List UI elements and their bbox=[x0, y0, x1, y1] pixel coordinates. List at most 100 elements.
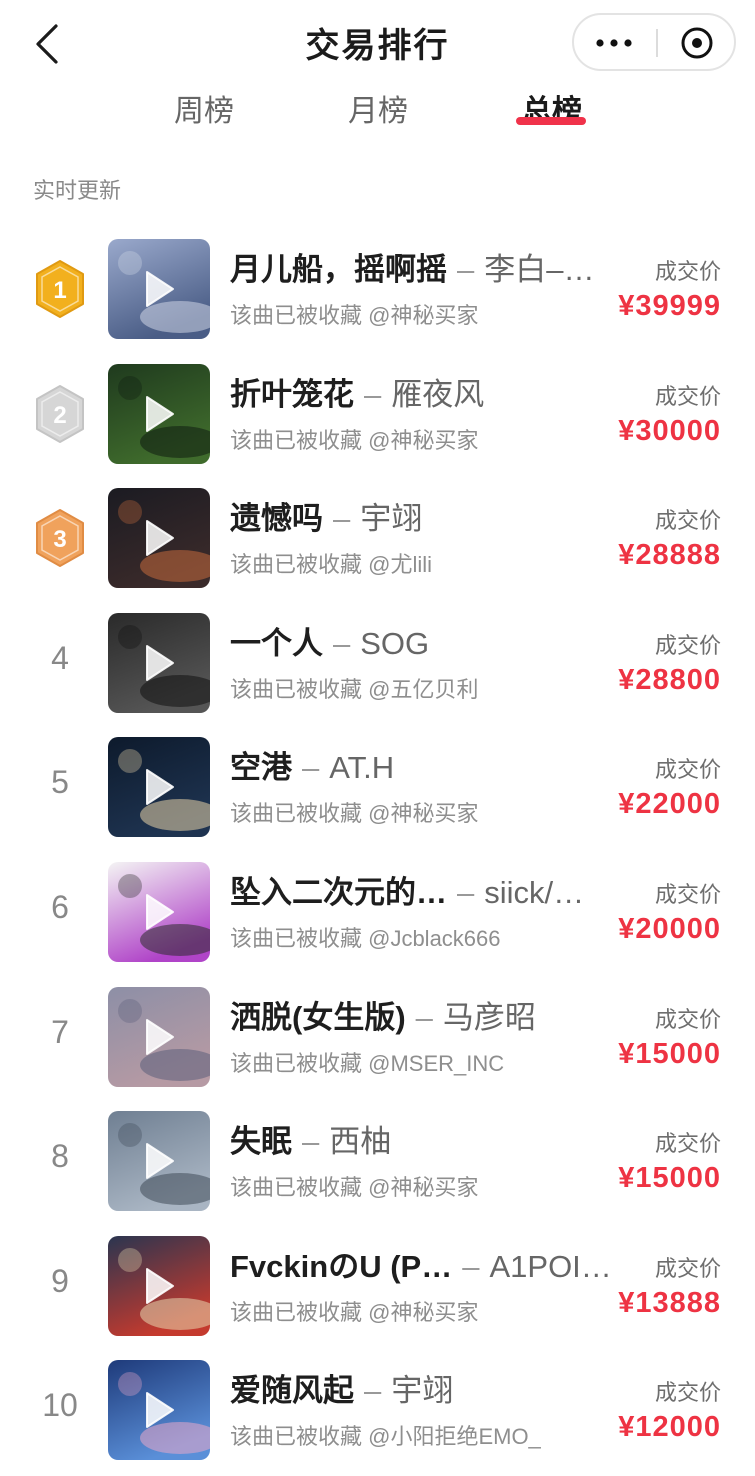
target-close-icon bbox=[681, 27, 713, 59]
rank-number: 10 bbox=[42, 1387, 78, 1423]
song-artist: AT.H bbox=[329, 750, 395, 785]
rank-number: 9 bbox=[51, 1263, 69, 1299]
collector-info: 该曲已被收藏 @MSER_INC bbox=[230, 1051, 505, 1076]
song-artist: 李白–… bbox=[484, 252, 595, 287]
mini-program-capsule bbox=[572, 13, 736, 71]
album-cover[interactable] bbox=[108, 239, 210, 339]
ranking-row[interactable]: 3 遗憾吗 – 宇翊 该曲已被收藏 @尤lili 成交价 ¥28888 bbox=[0, 475, 755, 599]
song-info: 空港 – AT.H bbox=[230, 748, 608, 788]
collector-info: 该曲已被收藏 @神秘买家 bbox=[230, 428, 479, 453]
album-cover[interactable] bbox=[108, 737, 210, 837]
play-icon bbox=[146, 894, 174, 930]
title-artist-separator: – bbox=[302, 750, 320, 785]
album-cover[interactable] bbox=[108, 364, 210, 464]
play-icon bbox=[146, 271, 174, 307]
album-cover[interactable] bbox=[108, 862, 210, 962]
ranking-row[interactable]: 4 一个人 – SOG 该曲已被收藏 @五亿贝利 成交价 ¥28800 bbox=[0, 600, 755, 724]
collector-info: 该曲已被收藏 @Jcblack666 bbox=[230, 926, 501, 951]
collector-info: 该曲已被收藏 @小阳拒绝EMO_ bbox=[230, 1424, 541, 1449]
play-icon bbox=[146, 520, 174, 556]
song-artist: SOG bbox=[360, 626, 430, 661]
song-title: 一个人 bbox=[230, 626, 323, 661]
album-cover[interactable] bbox=[108, 1111, 210, 1211]
rank-number: 7 bbox=[51, 1014, 69, 1050]
rank-badge-number: 2 bbox=[53, 402, 66, 429]
song-info: 月儿船，摇啊摇 – 李白–… bbox=[230, 250, 608, 290]
song-title: 失眠 bbox=[230, 1124, 292, 1159]
ranking-row[interactable]: 2 折叶笼花 – 雁夜风 该曲已被收藏 @神秘买家 成交价 ¥30000 bbox=[0, 351, 755, 475]
active-tab-indicator bbox=[516, 117, 586, 125]
album-cover[interactable] bbox=[108, 488, 210, 588]
title-artist-separator: – bbox=[364, 1373, 382, 1408]
ranking-row[interactable]: 8 失眠 – 西柚 该曲已被收藏 @神秘买家 成交价 ¥15000 bbox=[0, 1098, 755, 1222]
price-label: 成交价 bbox=[654, 882, 721, 907]
song-artist: 马彦昭 bbox=[442, 1000, 536, 1035]
ranking-row[interactable]: 1 月儿船，摇啊摇 – 李白–… 该曲已被收藏 @神秘买家 成交价 ¥39999 bbox=[0, 226, 755, 350]
price-value: ¥15000 bbox=[618, 1162, 721, 1194]
collector-info: 该曲已被收藏 @神秘买家 bbox=[230, 1175, 479, 1200]
title-artist-separator: – bbox=[333, 501, 351, 536]
song-artist: 宇翊 bbox=[391, 1373, 454, 1408]
song-title: 洒脱(女生版) bbox=[230, 1000, 406, 1035]
price-value: ¥13888 bbox=[618, 1287, 721, 1319]
album-cover[interactable] bbox=[108, 1236, 210, 1336]
song-artist: 宇翊 bbox=[360, 501, 423, 536]
price-value: ¥12000 bbox=[618, 1411, 721, 1443]
more-button[interactable] bbox=[574, 15, 656, 71]
title-artist-separator: – bbox=[333, 626, 351, 661]
price-label: 成交价 bbox=[654, 508, 721, 533]
silver-medal-icon: 2 bbox=[36, 385, 84, 443]
play-icon bbox=[146, 1019, 174, 1055]
price-label: 成交价 bbox=[654, 384, 721, 409]
album-cover[interactable] bbox=[108, 1360, 210, 1460]
nav-bar: 交易排行 bbox=[0, 0, 755, 88]
chevron-left-icon[interactable] bbox=[28, 22, 68, 66]
song-artist: A1POI… bbox=[489, 1249, 608, 1284]
album-cover[interactable] bbox=[108, 987, 210, 1087]
collector-info: 该曲已被收藏 @神秘买家 bbox=[230, 303, 479, 328]
ranking-row[interactable]: 5 空港 – AT.H 该曲已被收藏 @神秘买家 成交价 ¥22000 bbox=[0, 724, 755, 848]
tab-monthly[interactable]: 月榜 bbox=[318, 86, 438, 130]
bronze-medal-icon: 3 bbox=[36, 509, 84, 567]
price-value: ¥15000 bbox=[618, 1038, 721, 1070]
play-icon bbox=[146, 645, 174, 681]
collector-info: 该曲已被收藏 @五亿贝利 bbox=[230, 677, 479, 702]
price-label: 成交价 bbox=[654, 259, 721, 284]
realtime-update-label: 实时更新 bbox=[33, 178, 122, 203]
song-info: 遗憾吗 – 宇翊 bbox=[230, 499, 608, 539]
price-label: 成交价 bbox=[654, 757, 721, 782]
rank-number: 4 bbox=[51, 640, 69, 676]
song-artist: siick/… bbox=[484, 875, 585, 910]
price-label: 成交价 bbox=[654, 1007, 721, 1032]
close-button[interactable] bbox=[658, 15, 736, 71]
play-icon bbox=[146, 1268, 174, 1304]
song-info: 一个人 – SOG bbox=[230, 624, 608, 664]
song-info: 洒脱(女生版) – 马彦昭 bbox=[230, 998, 608, 1038]
album-cover[interactable] bbox=[108, 613, 210, 713]
song-artist: 雁夜风 bbox=[391, 377, 485, 412]
ranking-row[interactable]: 10 爱随风起 – 宇翊 该曲已被收藏 @小阳拒绝EMO_ 成交价 ¥12000 bbox=[0, 1347, 755, 1471]
song-title: 遗憾吗 bbox=[230, 501, 323, 536]
price-label: 成交价 bbox=[654, 1256, 721, 1281]
song-info: 折叶笼花 – 雁夜风 bbox=[230, 375, 608, 415]
title-artist-separator: – bbox=[462, 1249, 480, 1284]
ranking-row[interactable]: 9 FvckinのU (P… – A1POI… 该曲已被收藏 @神秘买家 成交价 ¥1388… bbox=[0, 1223, 755, 1347]
rank-badge-number: 1 bbox=[53, 277, 66, 304]
song-title: FvckinのU (P… bbox=[230, 1249, 453, 1284]
tab-weekly[interactable]: 周榜 bbox=[144, 86, 264, 130]
title-artist-separator: – bbox=[364, 377, 382, 412]
song-title: 月儿船，摇啊摇 bbox=[230, 252, 447, 287]
collector-info: 该曲已被收藏 @神秘买家 bbox=[230, 801, 479, 826]
price-value: ¥39999 bbox=[618, 290, 721, 322]
song-artist: 西柚 bbox=[329, 1124, 392, 1159]
ranking-row[interactable]: 7 洒脱(女生版) – 马彦昭该曲已被收藏 @MSER_INC 成交价 ¥15000 bbox=[0, 974, 755, 1098]
title-artist-separator: – bbox=[457, 875, 475, 910]
more-dots-icon bbox=[596, 39, 632, 47]
song-title: 折叶笼花 bbox=[230, 377, 354, 412]
collector-info: 该曲已被收藏 @神秘买家 bbox=[230, 1300, 479, 1325]
ranking-row[interactable]: 6 坠入二次元的… – siick/… 该曲已被收藏 @Jcblack666 成交价 ¥20… bbox=[0, 849, 755, 973]
price-value: ¥28888 bbox=[618, 539, 721, 571]
play-icon bbox=[146, 396, 174, 432]
song-info: 坠入二次元的… – siick/… bbox=[230, 873, 608, 913]
title-artist-separator: – bbox=[302, 1124, 320, 1159]
